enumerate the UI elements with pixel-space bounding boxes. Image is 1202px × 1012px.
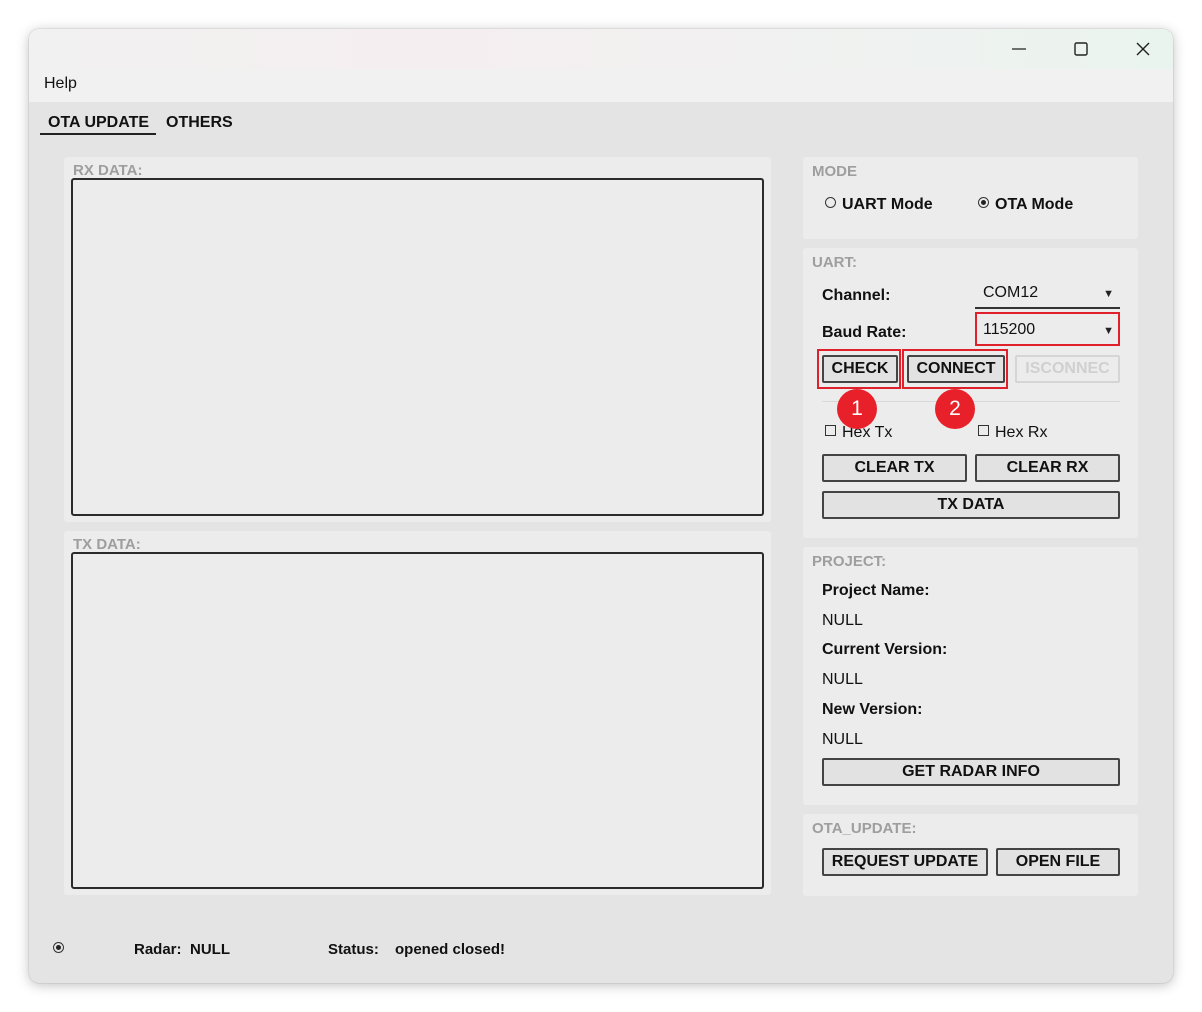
hex-rx-checkbox[interactable]: Hex Rx xyxy=(978,424,1047,442)
radio-checked-icon xyxy=(978,197,989,208)
current-version-label: Current Version: xyxy=(822,641,948,658)
status-value: opened closed! xyxy=(395,941,506,958)
menu-bar: Help xyxy=(29,69,1173,102)
current-version-value: NULL xyxy=(822,671,863,688)
tab-ota-update[interactable]: OTA UPDATE xyxy=(40,114,157,135)
project-name-label: Project Name: xyxy=(822,582,930,599)
radio-unchecked-icon xyxy=(825,197,836,208)
ota-update-panel: OTA_UPDATE: REQUEST UPDATE OPEN FILE xyxy=(803,814,1138,896)
close-button[interactable] xyxy=(1112,29,1173,69)
rx-data-textarea[interactable] xyxy=(71,178,764,516)
menu-help[interactable]: Help xyxy=(44,75,77,93)
baud-rate-label: Baud Rate: xyxy=(822,324,907,341)
connect-highlight xyxy=(902,349,1008,389)
maximize-button[interactable] xyxy=(1050,29,1112,69)
app-window: Help OTA UPDATE OTHERS RX DATA: TX DATA:… xyxy=(29,29,1173,983)
rx-data-title: RX DATA: xyxy=(73,162,143,179)
new-version-label: New Version: xyxy=(822,701,923,718)
channel-label: Channel: xyxy=(822,287,891,304)
clear-tx-button[interactable]: CLEAR TX xyxy=(822,454,967,482)
status-indicator xyxy=(53,941,70,959)
step-badge-1: 1 xyxy=(837,389,877,429)
project-panel: PROJECT: Project Name: NULL Current Vers… xyxy=(803,547,1138,805)
tx-data-panel: TX DATA: xyxy=(64,531,771,895)
tx-data-textarea[interactable] xyxy=(71,552,764,889)
mode-panel: MODE UART Mode OTA Mode xyxy=(803,157,1138,239)
tx-data-title: TX DATA: xyxy=(73,536,141,553)
title-bar xyxy=(29,29,1173,69)
hex-rx-label: Hex Rx xyxy=(995,424,1048,441)
ota-mode-radio[interactable]: OTA Mode xyxy=(978,196,1073,214)
disconnect-button: ISCONNEC xyxy=(1015,355,1120,383)
maximize-icon xyxy=(1074,42,1088,56)
rx-data-panel: RX DATA: xyxy=(64,157,771,522)
uart-title: UART: xyxy=(812,254,857,271)
check-highlight xyxy=(817,349,901,389)
new-version-value: NULL xyxy=(822,731,863,748)
mode-title: MODE xyxy=(812,163,857,180)
ota-mode-label: OTA Mode xyxy=(995,196,1074,213)
dropdown-arrow-icon: ▼ xyxy=(1103,288,1114,300)
project-name-value: NULL xyxy=(822,612,863,629)
channel-select[interactable]: COM12 ▼ xyxy=(975,284,1120,309)
status-label: Status: xyxy=(328,941,379,958)
get-radar-info-button[interactable]: GET RADAR INFO xyxy=(822,758,1120,786)
channel-value: COM12 xyxy=(983,284,1039,301)
open-file-button[interactable]: OPEN FILE xyxy=(996,848,1120,876)
request-update-button[interactable]: REQUEST UPDATE xyxy=(822,848,988,876)
radar-label: Radar: xyxy=(134,941,182,958)
ota-update-title: OTA_UPDATE: xyxy=(812,820,917,837)
uart-mode-radio[interactable]: UART Mode xyxy=(825,196,933,214)
minimize-icon xyxy=(1012,48,1026,50)
close-icon xyxy=(1136,42,1150,56)
uart-mode-label: UART Mode xyxy=(842,196,933,213)
tx-data-button[interactable]: TX DATA xyxy=(822,491,1120,519)
step-badge-2: 2 xyxy=(935,389,975,429)
clear-rx-button[interactable]: CLEAR RX xyxy=(975,454,1120,482)
checkbox-icon xyxy=(978,425,989,436)
project-title: PROJECT: xyxy=(812,553,887,570)
status-indicator-icon xyxy=(53,942,64,953)
minimize-button[interactable] xyxy=(988,29,1050,69)
tab-others[interactable]: OTHERS xyxy=(166,114,233,132)
radar-value: NULL xyxy=(190,941,230,958)
checkbox-icon xyxy=(825,425,836,436)
baud-rate-highlight xyxy=(975,312,1120,346)
